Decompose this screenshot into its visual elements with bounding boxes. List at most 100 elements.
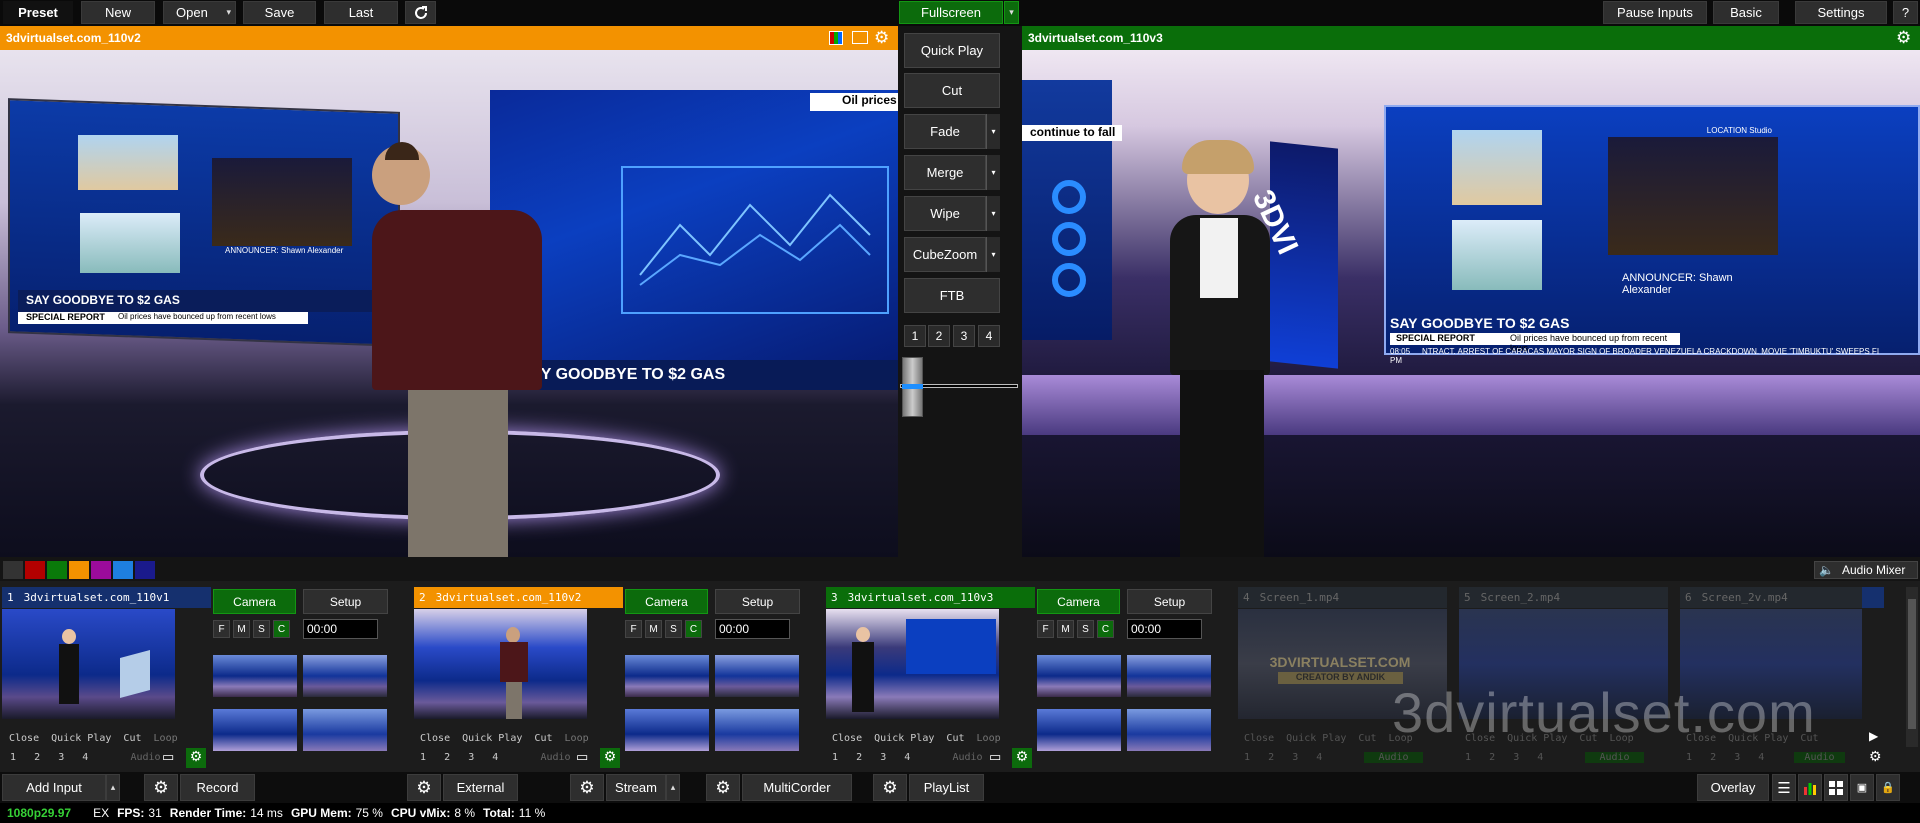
gear-icon[interactable]: ⚙ bbox=[186, 748, 206, 768]
input-2-c[interactable]: C bbox=[685, 620, 702, 638]
program-video[interactable]: continue to fall 3DVI LOCATION Studio AN… bbox=[1022, 50, 1920, 557]
multicorder-button[interactable]: MultiCorder bbox=[742, 774, 852, 801]
inputs-scrollbar[interactable] bbox=[1906, 587, 1918, 747]
save-button[interactable]: Save bbox=[243, 1, 316, 24]
input-2-time[interactable]: 00:00 bbox=[715, 619, 790, 639]
input-1-s[interactable]: S bbox=[253, 620, 270, 638]
input-3-title[interactable]: 3 3dvirtualset.com_110v3 bbox=[826, 587, 1035, 608]
input-1-title[interactable]: 1 3dvirtualset.com_110v1 bbox=[2, 587, 211, 608]
cut-link[interactable]: Cut bbox=[534, 733, 552, 744]
preview-video[interactable]: Oil prices SAY GOODBYE TO $2 GAS SAY GOO… bbox=[0, 50, 898, 557]
fade-button[interactable]: Fade bbox=[904, 114, 986, 149]
quick-play-link[interactable]: Quick Play bbox=[1286, 733, 1346, 744]
chevron-down-icon[interactable]: ▾ bbox=[226, 7, 231, 18]
color-swatch[interactable] bbox=[91, 561, 111, 579]
input-4-actions[interactable]: Close Quick Play Cut Loop bbox=[1244, 733, 1413, 744]
quick-play-button[interactable]: Quick Play bbox=[904, 33, 1000, 68]
monitor-icon[interactable]: ▭ bbox=[162, 749, 174, 765]
input-1-actions[interactable]: Close Quick Play Cut Loop bbox=[9, 733, 178, 744]
input-4-footer[interactable]: 1 2 3 4 Audio bbox=[1244, 752, 1423, 763]
add-input-button[interactable]: Add Input bbox=[2, 774, 106, 801]
n2[interactable]: 2 bbox=[34, 752, 40, 763]
fullscreen-dropdown-icon[interactable]: ▾ bbox=[1004, 1, 1019, 24]
color-swatch[interactable] bbox=[135, 561, 155, 579]
refresh-icon[interactable] bbox=[405, 1, 436, 24]
monitor-icon[interactable]: ▭ bbox=[576, 749, 588, 765]
input-2-mini-4[interactable] bbox=[715, 709, 799, 751]
input-7-title[interactable] bbox=[1862, 587, 1884, 608]
input-2-actions[interactable]: Close Quick Play Cut Loop bbox=[420, 733, 589, 744]
n4[interactable]: 4 bbox=[1316, 752, 1322, 763]
input-1-mini-3[interactable] bbox=[213, 709, 297, 751]
gear-icon[interactable]: ⚙ bbox=[600, 748, 620, 768]
cut-link[interactable]: Cut bbox=[123, 733, 141, 744]
lock-icon[interactable]: 🔒 bbox=[1876, 774, 1900, 801]
input-1-footer[interactable]: 1 2 3 4 Audio bbox=[10, 752, 161, 763]
loop-link[interactable]: Loop bbox=[154, 733, 178, 744]
input-3-mini-1[interactable] bbox=[1037, 655, 1121, 697]
n4[interactable]: 4 bbox=[492, 752, 498, 763]
n3[interactable]: 3 bbox=[1292, 752, 1298, 763]
input-2-s[interactable]: S bbox=[665, 620, 682, 638]
input-1-camera-button[interactable]: Camera bbox=[213, 589, 296, 614]
input-1-time[interactable]: 00:00 bbox=[303, 619, 378, 639]
audio-label[interactable]: Audio bbox=[540, 752, 570, 763]
gear-icon[interactable]: ⚙ bbox=[1012, 748, 1032, 768]
loop-link[interactable]: Loop bbox=[977, 733, 1001, 744]
pause-inputs-button[interactable]: Pause Inputs bbox=[1603, 1, 1707, 24]
n1[interactable]: 1 bbox=[832, 752, 838, 763]
external-gear-icon[interactable]: ⚙ bbox=[407, 774, 441, 801]
n4[interactable]: 4 bbox=[904, 752, 910, 763]
quick-play-link[interactable]: Quick Play bbox=[51, 733, 111, 744]
audio-label[interactable]: Audio bbox=[1585, 752, 1644, 763]
chevron-right-icon[interactable]: ▶ bbox=[1869, 729, 1878, 743]
input-1-m[interactable]: M bbox=[233, 620, 250, 638]
chevron-up-icon[interactable]: ▴ bbox=[666, 774, 680, 801]
cut-button[interactable]: Cut bbox=[904, 73, 1000, 108]
input-3-camera-button[interactable]: Camera bbox=[1037, 589, 1120, 614]
input-2-setup-button[interactable]: Setup bbox=[715, 589, 800, 614]
input-3-mini-3[interactable] bbox=[1037, 709, 1121, 751]
color-swatch[interactable] bbox=[25, 561, 45, 579]
help-button[interactable]: ? bbox=[1893, 1, 1918, 24]
merge-button[interactable]: Merge bbox=[904, 155, 986, 190]
input-2-camera-button[interactable]: Camera bbox=[625, 589, 708, 614]
camera-icon[interactable]: ▣ bbox=[1850, 774, 1874, 801]
settings-button[interactable]: Settings bbox=[1795, 1, 1887, 24]
new-button[interactable]: New bbox=[81, 1, 155, 24]
grid-icon[interactable] bbox=[1824, 774, 1848, 801]
input-2-thumbnail[interactable] bbox=[414, 609, 587, 719]
transition-1-button[interactable]: 1 bbox=[904, 325, 926, 347]
gear-icon[interactable]: ⚙ bbox=[1869, 748, 1882, 765]
cubezoom-button[interactable]: CubeZoom bbox=[904, 237, 986, 272]
multicorder-gear-icon[interactable]: ⚙ bbox=[706, 774, 740, 801]
n2[interactable]: 2 bbox=[1489, 752, 1495, 763]
playlist-button[interactable]: PlayList bbox=[909, 774, 984, 801]
chevron-up-icon[interactable]: ▴ bbox=[106, 774, 120, 801]
input-5-title[interactable]: 5 Screen_2.mp4 bbox=[1459, 587, 1668, 608]
transition-2-button[interactable]: 2 bbox=[928, 325, 950, 347]
list-icon[interactable]: ☰ bbox=[1772, 774, 1796, 801]
input-1-thumbnail[interactable] bbox=[2, 609, 175, 719]
audio-label[interactable]: Audio bbox=[1364, 752, 1423, 763]
n4[interactable]: 4 bbox=[1537, 752, 1543, 763]
input-2-m[interactable]: M bbox=[645, 620, 662, 638]
gear-icon[interactable]: ⚙ bbox=[1896, 28, 1911, 48]
transition-3-button[interactable]: 3 bbox=[953, 325, 975, 347]
basic-button[interactable]: Basic bbox=[1713, 1, 1779, 24]
input-3-s[interactable]: S bbox=[1077, 620, 1094, 638]
input-3-c[interactable]: C bbox=[1097, 620, 1114, 638]
chevron-down-icon[interactable]: ▾ bbox=[986, 237, 1000, 272]
input-3-m[interactable]: M bbox=[1057, 620, 1074, 638]
external-button[interactable]: External bbox=[443, 774, 518, 801]
chevron-down-icon[interactable]: ▾ bbox=[986, 155, 1000, 190]
last-button[interactable]: Last bbox=[324, 1, 398, 24]
chevron-down-icon[interactable]: ▾ bbox=[986, 114, 1000, 149]
input-3-actions[interactable]: Close Quick Play Cut Loop bbox=[832, 733, 1001, 744]
wipe-button[interactable]: Wipe bbox=[904, 196, 986, 231]
input-6-footer[interactable]: 1 2 3 4 Audio bbox=[1686, 752, 1845, 763]
input-5-footer[interactable]: 1 2 3 4 Audio bbox=[1465, 752, 1644, 763]
chevron-down-icon[interactable]: ▾ bbox=[986, 196, 1000, 231]
n3[interactable]: 3 bbox=[1734, 752, 1740, 763]
loop-link[interactable]: Loop bbox=[565, 733, 589, 744]
